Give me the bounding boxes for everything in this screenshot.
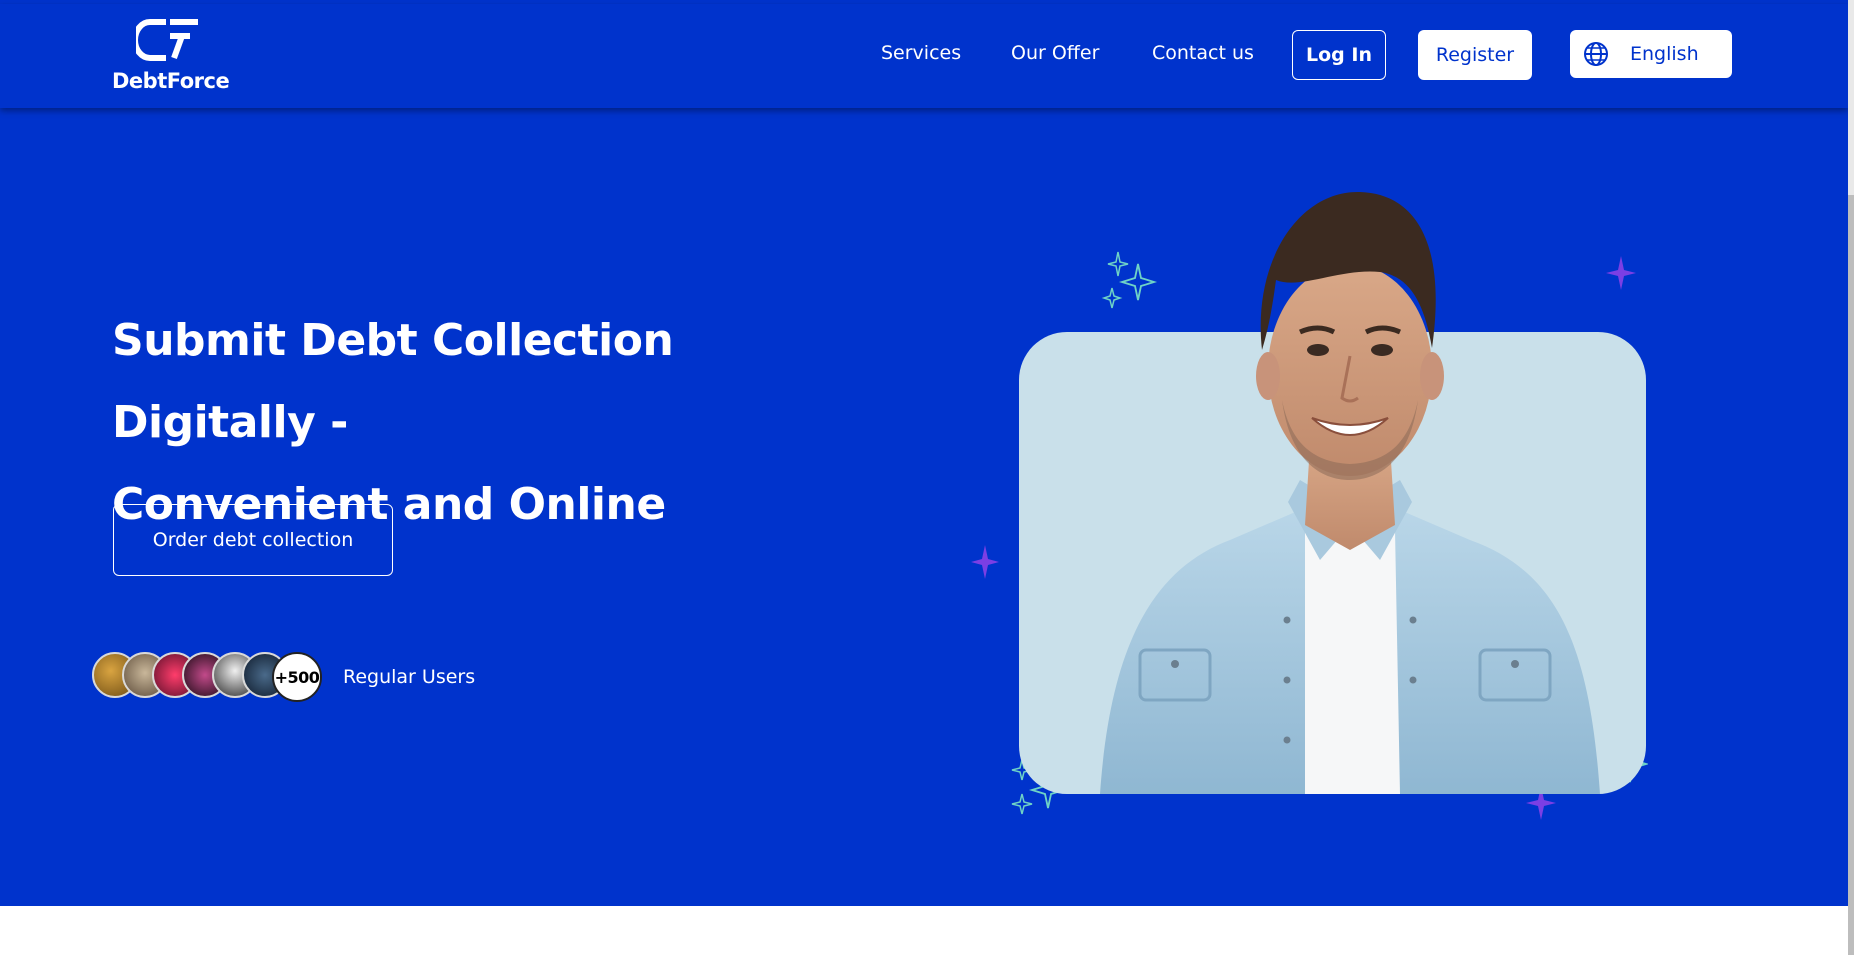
register-button[interactable]: Register bbox=[1418, 30, 1532, 80]
hero-title-line-1: Submit Debt Collection Digitally - bbox=[112, 315, 674, 448]
order-debt-collection-button[interactable]: Order debt collection bbox=[113, 504, 393, 576]
nav-services[interactable]: Services bbox=[881, 42, 961, 64]
page: DebtForce Services Our Offer Contact us … bbox=[0, 0, 1848, 955]
debtforce-logo-icon bbox=[136, 19, 198, 61]
logo[interactable]: DebtForce bbox=[112, 18, 230, 98]
logo-text: DebtForce bbox=[112, 69, 230, 93]
scrollbar[interactable] bbox=[1848, 0, 1854, 955]
scrollbar-thumb[interactable] bbox=[1848, 195, 1854, 955]
sparkle-icon bbox=[971, 545, 999, 579]
site-header: DebtForce Services Our Offer Contact us … bbox=[0, 4, 1848, 108]
user-avatars: +500 bbox=[92, 652, 332, 702]
globe-icon bbox=[1584, 42, 1608, 66]
nav-our-offer[interactable]: Our Offer bbox=[1011, 42, 1099, 64]
users-count-badge: +500 bbox=[272, 652, 322, 702]
next-section-strip bbox=[0, 906, 1848, 955]
nav-contact-us[interactable]: Contact us bbox=[1152, 42, 1254, 64]
language-selector[interactable]: English bbox=[1570, 30, 1732, 78]
login-button[interactable]: Log In bbox=[1292, 30, 1386, 80]
hero-person-image bbox=[1100, 191, 1600, 794]
language-label: English bbox=[1630, 43, 1699, 65]
regular-users-label: Regular Users bbox=[343, 666, 476, 688]
